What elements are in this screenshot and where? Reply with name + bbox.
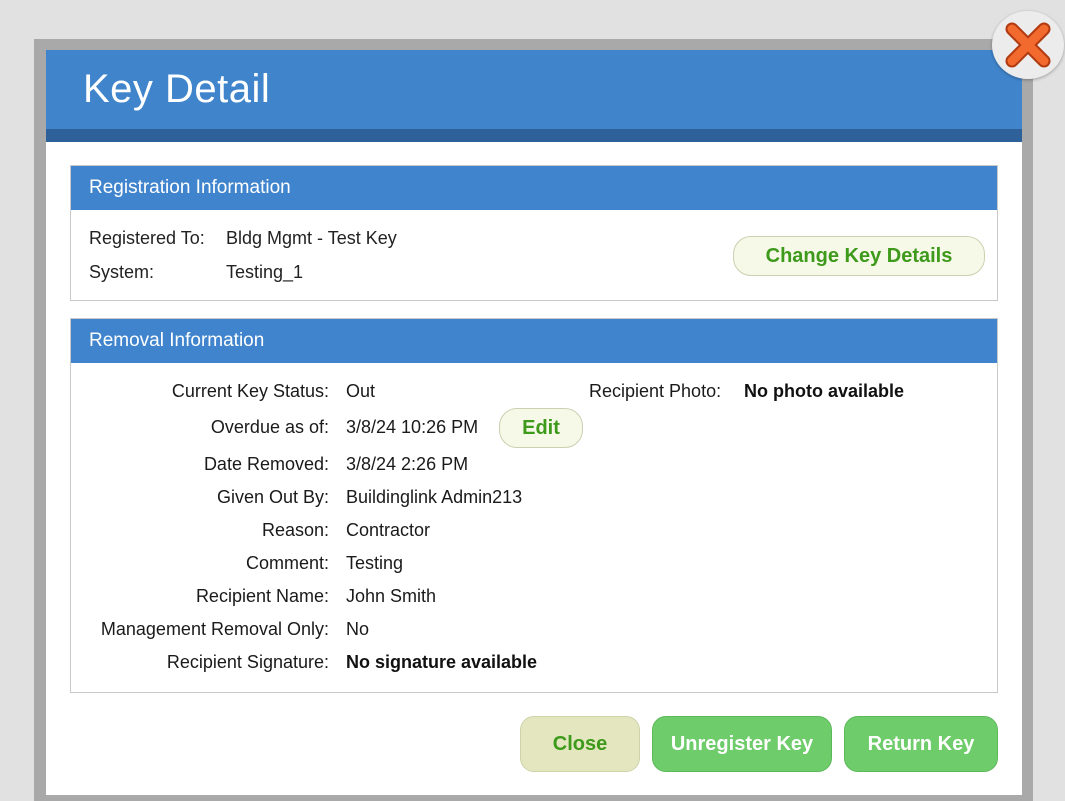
- key-detail-modal: Key Detail Registration Information Regi…: [46, 50, 1022, 795]
- registration-header: Registration Information: [71, 166, 997, 210]
- return-key-button[interactable]: Return Key: [844, 716, 998, 772]
- field-row: Date Removed:: [89, 454, 329, 475]
- recipient-signature-value: No signature available: [346, 652, 538, 672]
- modal-header: Key Detail: [46, 50, 1022, 142]
- close-x-button[interactable]: [992, 11, 1064, 79]
- field-label: Current Key Status:: [171, 381, 329, 401]
- field-row: Current Key Status:: [89, 381, 329, 402]
- field-row: Reason:: [89, 520, 329, 541]
- field-label: Date Removed:: [203, 454, 329, 474]
- system-row: System:: [89, 262, 154, 283]
- close-button[interactable]: Close: [520, 716, 640, 772]
- registered-to-value: Bldg Mgmt - Test Key: [226, 228, 397, 248]
- field-row: Recipient Signature:: [89, 652, 329, 673]
- recipient-photo-label: Recipient Photo:: [589, 381, 722, 401]
- field-value: 3/8/24 2:26 PM: [346, 454, 469, 474]
- field-row: Given Out By:: [89, 487, 329, 508]
- field-label: Overdue as of:: [210, 417, 329, 437]
- field-row: Comment:: [89, 553, 329, 574]
- registration-panel: Registration Information Registered To: …: [70, 165, 998, 301]
- field-row: Recipient Name:: [89, 586, 329, 607]
- field-label: Given Out By:: [216, 487, 329, 507]
- header-underbar: [46, 129, 1022, 142]
- close-x-icon: [1005, 22, 1051, 68]
- registered-to-row: Registered To:: [89, 228, 205, 249]
- field-value: Buildinglink Admin213: [346, 487, 523, 507]
- field-value: 3/8/24 10:26 PM: [346, 417, 479, 437]
- change-key-details-button[interactable]: Change Key Details: [733, 236, 985, 276]
- registered-to-label: Registered To:: [89, 228, 205, 248]
- field-label: Reason:: [261, 520, 329, 540]
- field-value: Testing: [346, 553, 404, 573]
- modal-title: Key Detail: [83, 67, 271, 111]
- field-label: Recipient Signature:: [166, 652, 329, 672]
- unregister-key-button[interactable]: Unregister Key: [652, 716, 832, 772]
- field-label: Recipient Name:: [195, 586, 329, 606]
- system-value-row: Testing_1: [226, 262, 303, 283]
- field-value: Out: [346, 381, 376, 401]
- removal-panel: Removal Information Current Key Status: …: [70, 318, 998, 693]
- system-label: System:: [89, 262, 155, 282]
- field-row: Overdue as of:: [89, 417, 329, 438]
- system-value: Testing_1: [226, 262, 304, 282]
- removal-header: Removal Information: [71, 319, 997, 363]
- field-row: Management Removal Only:: [89, 619, 329, 640]
- field-label: Management Removal Only:: [100, 619, 329, 639]
- recipient-photo-value: No photo available: [744, 381, 905, 401]
- field-value: John Smith: [346, 586, 437, 606]
- field-value: No: [346, 619, 370, 639]
- registered-to-value-row: Bldg Mgmt - Test Key: [226, 228, 397, 249]
- field-value: Contractor: [346, 520, 431, 540]
- field-label: Comment:: [245, 553, 329, 573]
- edit-overdue-button[interactable]: Edit: [499, 408, 583, 448]
